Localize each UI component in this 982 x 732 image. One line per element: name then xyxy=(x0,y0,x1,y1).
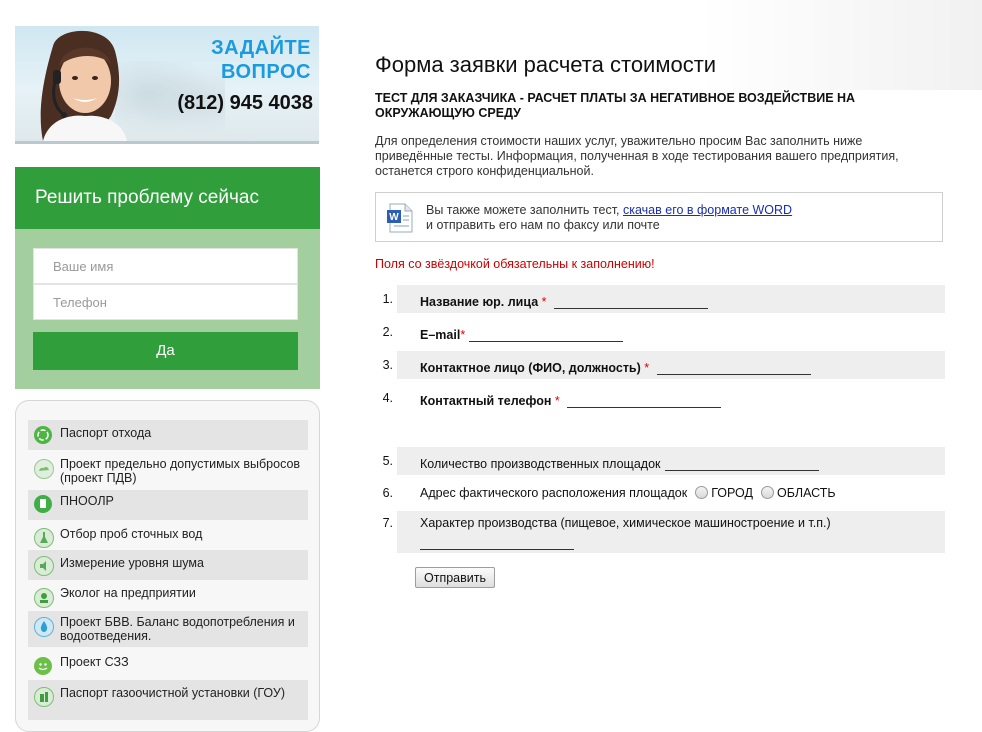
required-star: * xyxy=(541,295,547,309)
field-row-sites-count: 5. Количество производственных площадок xyxy=(383,447,945,475)
service-item-gou-passport[interactable]: Паспорт газоочистной установки (ГОУ) xyxy=(28,680,308,720)
quick-contact-form: Решить проблему сейчас Да xyxy=(15,167,320,389)
document-icon xyxy=(34,495,52,513)
service-label: Паспорт отхода xyxy=(60,426,152,440)
form-subtitle: ТЕСТ ДЛЯ ЗАКАЗЧИКА - РАСЧЕТ ПЛАТЫ ЗА НЕГ… xyxy=(375,91,856,120)
intro-text: Для определения стоимости наших услуг, у… xyxy=(375,134,899,178)
required-star: * xyxy=(644,361,650,375)
field-number: 6. xyxy=(382,486,393,500)
ask-question-text: ЗАДАЙТЕ ВОПРОС xyxy=(211,36,311,84)
service-item-pdv-project[interactable]: Проект предельно допустимых выбросов (пр… xyxy=(28,455,308,489)
contact-person-input[interactable] xyxy=(656,358,811,375)
sound-icon xyxy=(34,556,54,576)
required-star: * xyxy=(460,328,466,342)
field-row-contact-person: 3. Контактное лицо (ФИО, должность) * xyxy=(383,351,945,379)
service-label: Измерение уровня шума xyxy=(60,556,204,570)
svg-text:W: W xyxy=(389,212,399,223)
sites-count-input[interactable] xyxy=(664,454,819,471)
download-word-link[interactable]: скачав его в формате WORD xyxy=(623,203,792,217)
eco-person-icon xyxy=(34,588,54,608)
service-label: Проект предельно допустимых выбросов (пр… xyxy=(60,457,301,485)
name-input[interactable] xyxy=(33,248,298,284)
field-label: Контактное лицо (ФИО, должность) xyxy=(420,361,641,375)
service-label: Эколог на предприятии xyxy=(60,586,196,600)
field-row-contact-phone: 4. Контактный телефон * xyxy=(383,384,945,412)
radio-region[interactable] xyxy=(760,486,774,499)
ask-line-2: ВОПРОС xyxy=(221,61,311,83)
field-number: 1. xyxy=(382,292,393,306)
radio-city[interactable] xyxy=(695,486,709,499)
cloud-icon xyxy=(34,459,54,479)
ask-question-banner[interactable]: ЗАДАЙТЕ ВОПРОС (812) 945 4038 xyxy=(15,26,319,144)
field-row-company-name: 1. Название юр. лица * xyxy=(383,285,945,313)
field-number: 2. xyxy=(382,325,393,339)
service-item-szz-project[interactable]: Проект СЗЗ xyxy=(28,653,308,679)
service-item-water-samples[interactable]: Отбор проб сточных вод xyxy=(28,523,308,551)
service-label: ПНООЛР xyxy=(60,494,114,508)
service-item-bvv-project[interactable]: Проект БВВ. Баланс водопотребления и вод… xyxy=(28,611,308,647)
banner-phone: (812) 945 4038 xyxy=(177,92,313,114)
company-name-input[interactable] xyxy=(554,292,708,309)
word-document-icon: W xyxy=(387,203,413,233)
email-input[interactable] xyxy=(469,325,624,342)
recycle-icon xyxy=(34,426,52,444)
top-shade xyxy=(700,0,982,90)
radio-city-label: ГОРОД xyxy=(711,486,753,500)
field-label: Контактный телефон xyxy=(420,394,552,408)
service-label: Проект БВВ. Баланс водопотребления и вод… xyxy=(60,615,295,643)
field-number: 3. xyxy=(382,358,393,372)
required-star: * xyxy=(554,394,560,408)
service-label: Проект СЗЗ xyxy=(60,655,129,669)
field-row-site-address: 6. Адрес фактического расположения площа… xyxy=(383,479,945,507)
word-prefix: Вы также можете заполнить тест, xyxy=(426,203,623,217)
field-number: 5. xyxy=(382,454,393,468)
gas-icon xyxy=(34,687,54,707)
operator-headset-image xyxy=(40,30,127,141)
smiley-icon xyxy=(34,657,52,675)
required-note: Поля со звёздочкой обязательны к заполне… xyxy=(375,257,655,271)
quick-form-title: Решить проблему сейчас xyxy=(15,167,320,229)
service-item-noise-measurement[interactable]: Измерение уровня шума xyxy=(28,550,308,580)
field-label: Название юр. лица xyxy=(420,295,539,309)
field-number: 4. xyxy=(382,391,393,405)
contact-phone-input[interactable] xyxy=(567,391,722,408)
word-download-text: Вы также можете заполнить тест, скачав е… xyxy=(426,203,792,233)
submit-button[interactable]: Отправить xyxy=(415,567,495,588)
field-row-email: 2. E–mail* xyxy=(383,318,945,346)
field-label: E–mail xyxy=(420,328,461,342)
services-menu: Паспорт отхода Проект предельно допустим… xyxy=(15,400,320,732)
page-title: Форма заявки расчета стоимости xyxy=(375,52,717,77)
service-item-company-ecologist[interactable]: Эколог на предприятии xyxy=(28,584,308,612)
phone-input[interactable] xyxy=(33,284,298,320)
service-item-waste-passport[interactable]: Паспорт отхода xyxy=(28,420,308,450)
submit-yes-button[interactable]: Да xyxy=(33,332,298,370)
radio-region-label: ОБЛАСТЬ xyxy=(776,486,836,500)
service-label: Паспорт газоочистной установки (ГОУ) xyxy=(60,686,285,700)
field-label: Характер производства (пищевое, химическ… xyxy=(420,516,831,530)
field-label: Количество производственных площадок xyxy=(420,457,661,471)
water-drop-icon xyxy=(34,617,54,637)
production-type-input[interactable] xyxy=(420,533,574,550)
ask-line-1: ЗАДАЙТЕ xyxy=(211,37,311,59)
word-suffix: и отправить его нам по факсу или почте xyxy=(426,218,660,232)
field-label: Адрес фактического расположения площадок xyxy=(420,486,688,500)
field-number: 7. xyxy=(382,516,393,530)
field-row-production-type: 7. Характер производства (пищевое, химич… xyxy=(383,511,945,553)
word-download-box: W Вы также можете заполнить тест, скачав… xyxy=(375,192,943,242)
flask-icon xyxy=(34,528,54,548)
service-item-pnoolr[interactable]: ПНООЛР xyxy=(28,490,308,520)
service-label: Отбор проб сточных вод xyxy=(60,527,203,541)
